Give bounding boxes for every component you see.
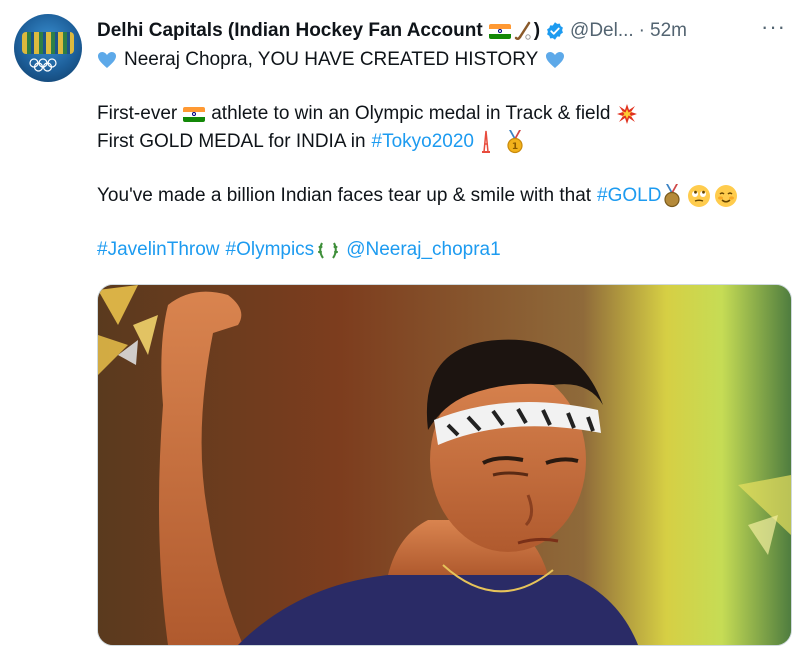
collision-icon: [617, 104, 638, 124]
svg-text:1: 1: [512, 142, 518, 152]
tweet-line-3: First GOLD MEDAL for INDIA in #Tokyo2020…: [97, 128, 786, 156]
tweet-line-1-text: Neeraj Chopra, YOU HAVE CREATED HISTORY: [124, 49, 539, 70]
tweet-text: Neeraj Chopra, YOU HAVE CREATED HISTORY …: [97, 46, 786, 264]
smiling-face-icon: [715, 185, 738, 207]
mention-neeraj-chopra[interactable]: @Neeraj_chopra1: [346, 236, 501, 264]
tweet-line-3-text: First GOLD MEDAL for INDIA in: [97, 131, 366, 152]
tokyo-tower-icon: [481, 130, 490, 153]
tweet-header: Delhi Capitals (Indian Hockey Fan Accoun…: [97, 18, 786, 44]
verified-badge-icon: [547, 22, 563, 40]
gold-medal-icon: 1: [507, 130, 523, 154]
hockey-icon: [514, 21, 531, 41]
display-name[interactable]: Delhi Capitals (Indian Hockey Fan Accoun…: [97, 20, 483, 42]
blue-heart-icon: [98, 52, 116, 68]
tweet-line-2: First-ever athlete to win an Olympic med…: [97, 100, 786, 128]
hashtag-javelinthrow[interactable]: #JavelinThrow: [97, 236, 220, 264]
india-flag-icon: [488, 23, 511, 39]
gold-medal-icon: [664, 184, 681, 208]
tweet-media-photo[interactable]: [97, 284, 792, 646]
display-name-suffix: ): [533, 20, 541, 41]
tweet-line-2-prefix: First-ever: [97, 103, 178, 124]
tweet-line-5: #JavelinThrow #Olympics @Neeraj_chopra1: [97, 236, 786, 264]
eye-roll-face-icon: [688, 185, 711, 207]
hashtag-tokyo2020[interactable]: #Tokyo2020: [372, 128, 474, 156]
tweet-timestamp[interactable]: 52m: [650, 20, 687, 42]
india-flag-icon: [183, 106, 206, 122]
hashtag-olympics[interactable]: #Olympics: [226, 236, 315, 264]
hashtag-gold[interactable]: #GOLD: [597, 182, 661, 210]
more-options-button[interactable]: ···: [761, 16, 786, 38]
tweet-line-4: You've made a billion Indian faces tear …: [97, 182, 786, 210]
user-handle[interactable]: @Del...: [570, 20, 634, 42]
laurel-icon: [318, 242, 339, 259]
olympic-rings-icon: [29, 58, 57, 72]
athlete-photo: [98, 285, 791, 645]
tweet-line-1: Neeraj Chopra, YOU HAVE CREATED HISTORY: [97, 46, 786, 74]
tweet-line-4-text: You've made a billion Indian faces tear …: [97, 185, 592, 206]
separator-dot: ·: [638, 20, 645, 41]
profile-avatar[interactable]: [14, 14, 82, 82]
blue-heart-icon: [546, 52, 565, 68]
team-photo: [22, 32, 74, 54]
tweet-line-2-rest: athlete to win an Olympic medal in Track…: [211, 103, 611, 124]
